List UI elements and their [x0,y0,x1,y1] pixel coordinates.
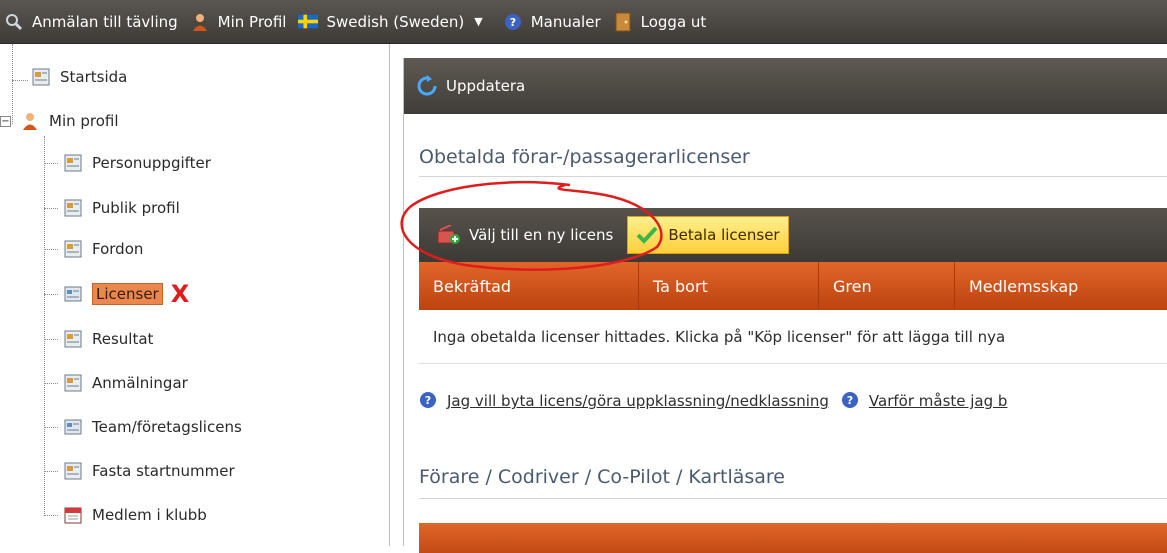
chevron-down-icon: ▼ [474,15,483,28]
tree-item-label: Anmälningar [92,374,188,392]
help-links: ? Jag vill byta licens/göra uppklassning… [419,391,1019,411]
divider [419,498,1167,499]
column-header-bekraftad[interactable]: Bekräftad [419,262,639,310]
search-icon [4,12,24,32]
tree-item-label: Publik profil [92,199,180,217]
logout-label: Logga ut [640,12,707,31]
manuals-link[interactable]: ? Manualer [499,0,609,44]
column-header-ta-bort[interactable]: Ta bort [639,262,819,310]
page-icon [62,372,84,394]
tree-item-fordon[interactable]: Fordon [62,234,143,264]
tree-connector [44,383,58,384]
change-license-link[interactable]: Jag vill byta licens/göra uppklassning/n… [447,392,829,410]
add-license-icon [437,224,461,246]
column-header-medlemsskap[interactable]: Medlemsskap [955,262,1167,310]
user-icon [19,110,41,132]
svg-text:?: ? [425,394,431,407]
tree-item-min-profil[interactable]: − Min profil [0,106,119,136]
user-icon [190,12,210,32]
tree-connector [44,427,58,428]
tree-item-label: Fasta startnummer [92,462,235,480]
tree-connector [44,471,58,472]
annotation-x-mark: X [170,280,190,308]
tree-item-label: Min profil [49,112,119,130]
door-icon [613,12,633,32]
language-label: Swedish (Sweden) [326,12,465,31]
my-profile-link[interactable]: Min Profil [186,0,295,44]
help-icon: ? [419,391,439,411]
tree-item-startsida[interactable]: Startsida [30,62,127,92]
empty-table-message: Inga obetalda licenser hittades. Klicka … [419,310,1167,364]
logout-link[interactable]: Logga ut [609,0,715,44]
tree-connector [44,136,45,516]
tree-connector [44,163,58,164]
tree-item-resultat[interactable]: Resultat [62,324,153,354]
language-selector[interactable]: Swedish (Sweden) ▼ [294,0,490,44]
select-new-license-button[interactable]: Välj till en ny licens [429,216,621,254]
tree-connector [44,515,58,516]
tree-connector [44,208,58,209]
tree-item-anmalningar[interactable]: Anmälningar [62,368,188,398]
pay-licenses-button[interactable]: Betala licenser [627,216,789,254]
tree-connector [12,80,28,81]
refresh-label: Uppdatera [446,77,526,95]
help-icon: ? [841,391,861,411]
refresh-button[interactable]: Uppdatera [404,58,1167,114]
column-header-gren[interactable]: Gren [819,262,955,310]
page-icon [62,238,84,260]
tree-item-label: Startsida [60,68,128,86]
licenses-panel: Uppdatera Obetalda förar-/passagerarlice… [403,58,1167,553]
tree-item-label: Personuppgifter [92,154,211,172]
tree-connector [44,249,58,250]
tree-item-label-selected: Licenser [92,283,163,305]
checkmark-icon [636,224,660,246]
svg-text:?: ? [510,16,516,29]
swedish-flag-icon [298,12,319,32]
competition-entry-label: Anmälan till tävling [32,12,178,31]
page-icon [30,66,52,88]
tree-connector [44,339,58,340]
license-toolbar: Välj till en ny licens Betala licenser [419,208,1167,262]
tree-item-licenser[interactable]: Licenser X [62,279,189,309]
unpaid-licenses-title: Obetalda förar-/passagerarlicenser [419,146,750,168]
help-icon: ? [503,12,523,32]
drivers-section-title: Förare / Codriver / Co-Pilot / Kartläsar… [419,466,785,488]
form-icon [62,416,84,438]
refresh-icon [416,75,438,97]
tree-item-label: Fordon [92,240,144,258]
page-icon [62,197,84,219]
navigation-tree: Startsida − Min profil Personuppgifter P… [0,44,390,546]
tree-item-publik-profil[interactable]: Publik profil [62,193,180,223]
select-new-license-label: Välj till en ny licens [469,226,614,244]
manuals-label: Manualer [530,12,601,31]
page-icon [62,460,84,482]
unpaid-licenses-table-header: Bekräftad Ta bort Gren Medlemsskap [419,262,1167,310]
tree-item-medlem-i-klubb[interactable]: Medlem i klubb [62,500,207,530]
pay-licenses-label: Betala licenser [668,226,780,244]
divider [419,176,1167,177]
top-navigation-bar: Anmälan till tävling Min Profil Swedish … [0,0,1167,44]
svg-text:?: ? [847,394,853,407]
competition-entry-link[interactable]: Anmälan till tävling [0,0,186,44]
my-profile-label: Min Profil [217,12,287,31]
collapse-icon[interactable]: − [0,115,11,127]
form-icon [62,283,84,305]
drivers-table-header [419,523,1167,553]
calendar-icon [62,504,84,526]
tree-item-fasta-startnummer[interactable]: Fasta startnummer [62,456,235,486]
page-icon [62,328,84,350]
tree-item-label: Medlem i klubb [92,506,207,524]
tree-item-label: Team/företagslicens [92,418,242,436]
why-must-i-link[interactable]: Varför måste jag b [869,392,1008,410]
page-icon [62,152,84,174]
tree-connector [44,294,58,295]
tree-item-team-foretagslicens[interactable]: Team/företagslicens [62,412,242,442]
tree-item-label: Resultat [92,330,154,348]
tree-item-personuppgifter[interactable]: Personuppgifter [62,148,211,178]
